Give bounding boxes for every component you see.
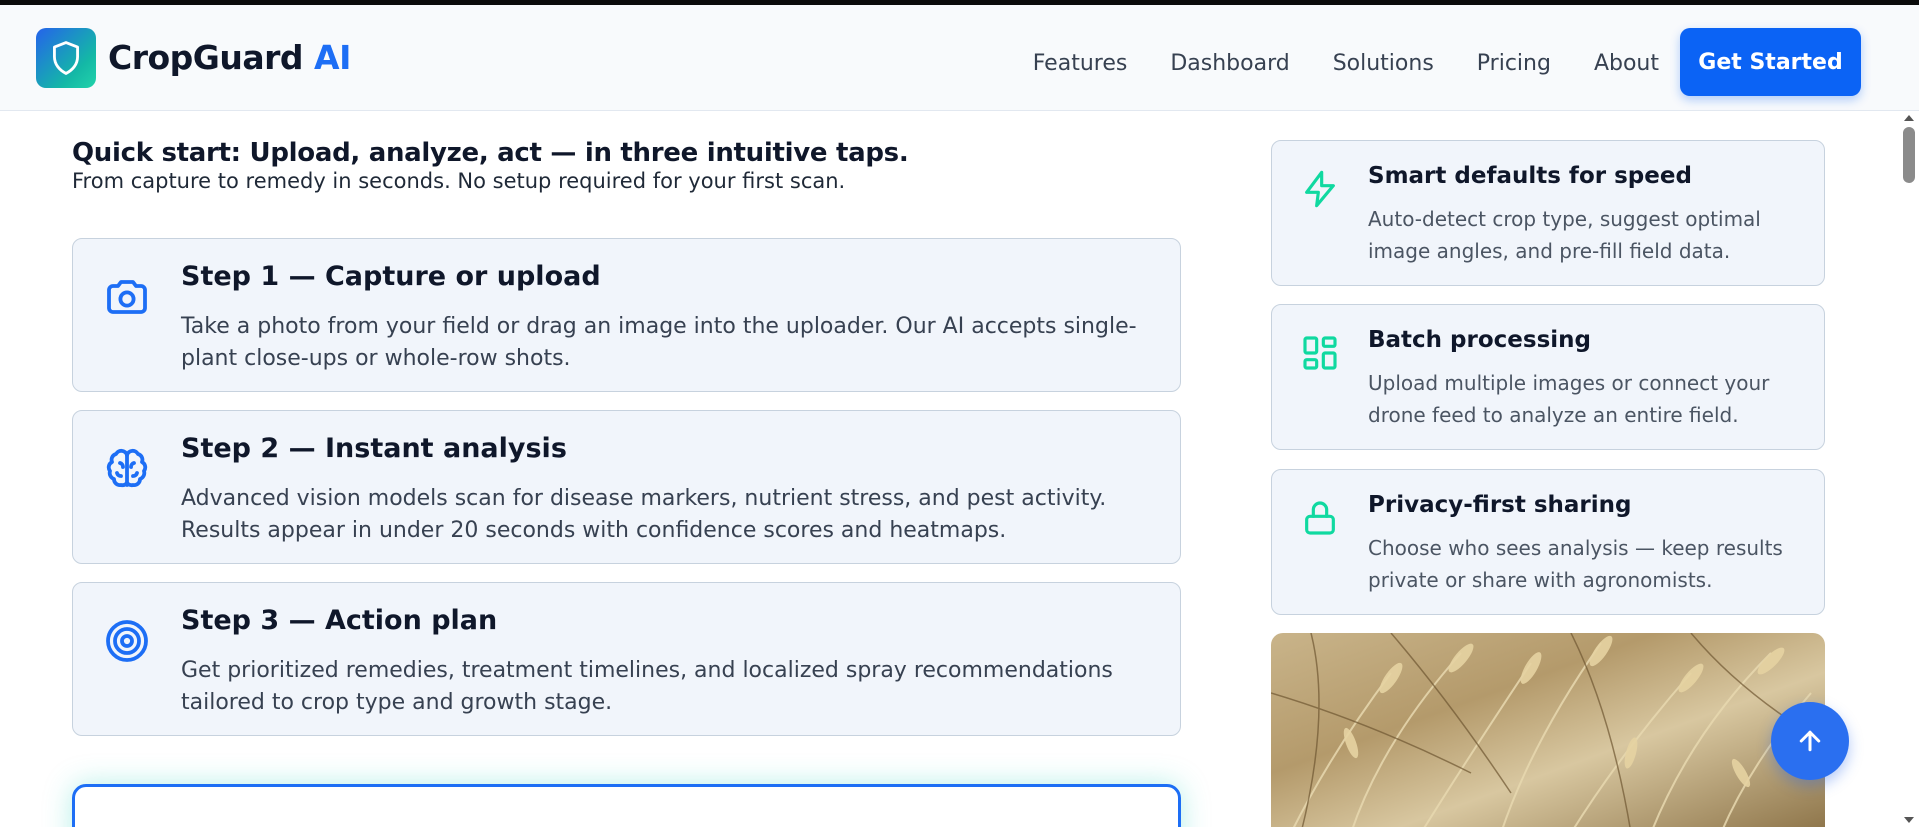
site-header: CropGuard AI Features Dashboard Solution… (0, 5, 1919, 111)
nav-dashboard[interactable]: Dashboard (1170, 51, 1289, 76)
step-card-action-plan: Step 3 — Action plan Get prioritized rem… (72, 582, 1181, 736)
wheat-stalks-illustration (1271, 633, 1825, 827)
arrow-up-icon (1799, 730, 1821, 752)
feature-description: Auto-detect crop type, suggest optimal i… (1368, 207, 1761, 263)
scroll-down-arrow-icon[interactable] (1904, 817, 1914, 823)
shield-logo-icon[interactable] (36, 28, 96, 88)
scroll-up-arrow-icon[interactable] (1904, 115, 1914, 121)
step-title: Step 3 — Action plan (181, 605, 498, 636)
wheat-field-photo (1271, 633, 1825, 827)
scrollbar-thumb[interactable] (1903, 127, 1915, 183)
feature-card-smart-defaults: Smart defaults for speed Auto-detect cro… (1271, 140, 1825, 286)
step-title: Step 2 — Instant analysis (181, 433, 567, 464)
step-card-analysis: Step 2 — Instant analysis Advanced visio… (72, 410, 1181, 564)
vertical-scrollbar[interactable] (1900, 111, 1919, 827)
feature-title: Smart defaults for speed (1368, 163, 1692, 189)
target-icon (103, 617, 151, 665)
quickstart-subtitle: From capture to remedy in seconds. No se… (72, 169, 846, 193)
camera-icon (103, 273, 151, 321)
feature-description: Upload multiple images or connect your d… (1368, 371, 1770, 427)
nav-solutions[interactable]: Solutions (1333, 51, 1434, 76)
get-started-button[interactable]: Get Started (1680, 28, 1861, 96)
brand-main: CropGuard (108, 38, 304, 77)
feature-title: Batch processing (1368, 327, 1592, 353)
lightning-icon (1300, 169, 1340, 209)
feature-description: Choose who sees analysis — keep results … (1368, 536, 1783, 592)
upload-panel[interactable] (72, 784, 1181, 827)
main-nav: Features Dashboard Solutions Pricing Abo… (1033, 45, 1659, 81)
scroll-to-top-button[interactable] (1771, 702, 1849, 780)
feature-card-privacy: Privacy-first sharing Choose who sees an… (1271, 469, 1825, 615)
nav-pricing[interactable]: Pricing (1477, 51, 1551, 76)
nav-about[interactable]: About (1594, 51, 1659, 76)
nav-features[interactable]: Features (1033, 51, 1128, 76)
step-card-capture: Step 1 — Capture or upload Take a photo … (72, 238, 1181, 392)
grid-icon (1300, 333, 1340, 373)
lock-icon (1300, 498, 1340, 538)
step-description: Advanced vision models scan for disease … (181, 486, 1107, 543)
brain-icon (103, 445, 151, 493)
quickstart-title: Quick start: Upload, analyze, act — in t… (72, 138, 909, 168)
brand-name[interactable]: CropGuard AI (108, 38, 351, 77)
step-description: Take a photo from your field or drag an … (181, 314, 1137, 371)
feature-card-batch: Batch processing Upload multiple images … (1271, 304, 1825, 450)
step-description: Get prioritized remedies, treatment time… (181, 658, 1113, 715)
feature-title: Privacy-first sharing (1368, 492, 1632, 518)
step-title: Step 1 — Capture or upload (181, 261, 601, 292)
brand-accent: AI (314, 38, 351, 77)
